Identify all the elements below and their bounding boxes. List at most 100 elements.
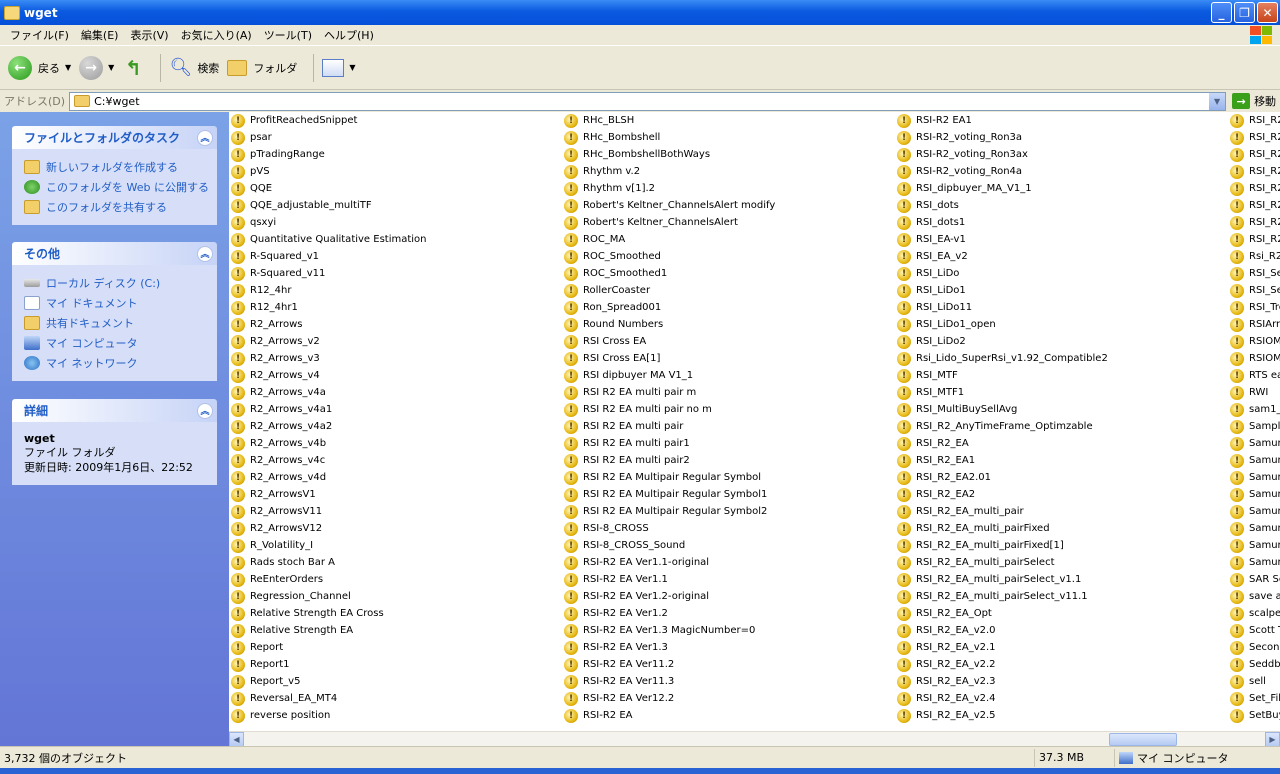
file-item[interactable]: ! RSI_R2 [1228, 163, 1280, 180]
file-item[interactable]: ! R_Volatility_I [229, 537, 427, 554]
file-item[interactable]: ! SetBuy [1228, 707, 1280, 724]
menu-view[interactable]: 表示(V) [124, 27, 174, 43]
file-item[interactable]: ! psar [229, 129, 427, 146]
file-item[interactable]: ! RSI R2 EA Multipair Regular Symbol [562, 469, 775, 486]
chevron-down-icon[interactable]: ▼ [65, 63, 71, 72]
file-item[interactable]: ! ReEnterOrders [229, 571, 427, 588]
file-item[interactable]: ! save all [1228, 588, 1280, 605]
menu-favorites[interactable]: お気に入り(A) [175, 27, 258, 43]
file-item[interactable]: ! Round Numbers [562, 316, 775, 333]
menu-tools[interactable]: ツール(T) [258, 27, 318, 43]
file-item[interactable]: ! RSI_R2_EA_Opt [895, 605, 1108, 622]
file-item[interactable]: ! RSI_R2_EA_v2.0 [895, 622, 1108, 639]
file-item[interactable]: ! RSI_EA_v2 [895, 248, 1108, 265]
back-button[interactable]: ← 戻る ▼ [8, 51, 71, 85]
publish-web-link[interactable]: このフォルダを Web に公開する [24, 177, 209, 197]
file-item[interactable]: ! sell [1228, 673, 1280, 690]
title-bar[interactable]: wget _ ❐ ✕ [0, 0, 1280, 25]
file-item[interactable]: ! RSI R2 EA multi pair2 [562, 452, 775, 469]
file-item[interactable]: ! R2_ArrowsV11 [229, 503, 427, 520]
file-item[interactable]: ! R2_Arrows_v4c [229, 452, 427, 469]
file-item[interactable]: ! pVS [229, 163, 427, 180]
file-list[interactable]: ! ProfitReachedSnippet! psar! pTradingRange… [229, 112, 1280, 731]
file-item[interactable]: ! RSI_dots [895, 197, 1108, 214]
file-item[interactable]: ! Samura [1228, 554, 1280, 571]
file-item[interactable]: ! RSI R2 EA multi pair m [562, 384, 775, 401]
file-item[interactable]: ! Samura [1228, 537, 1280, 554]
file-item[interactable]: ! RSI_R2_EA_multi_pair [895, 503, 1108, 520]
shared-documents-link[interactable]: 共有ドキュメント [24, 313, 207, 333]
file-item[interactable]: ! QQE_adjustable_multiTF [229, 197, 427, 214]
go-button[interactable]: → 移動 [1232, 93, 1276, 109]
file-item[interactable]: ! Rhythm v.2 [562, 163, 775, 180]
file-item[interactable]: ! Rhythm v[1].2 [562, 180, 775, 197]
file-item[interactable]: ! RSI_dots1 [895, 214, 1108, 231]
file-item[interactable]: ! RTS ea [1228, 367, 1280, 384]
file-item[interactable]: ! Report1 [229, 656, 427, 673]
file-item[interactable]: ! RSI_R2 [1228, 197, 1280, 214]
horizontal-scrollbar[interactable]: ◀ ▶ [229, 731, 1280, 747]
local-disk-link[interactable]: ローカル ディスク (C:) [24, 273, 207, 293]
scroll-thumb[interactable] [1109, 733, 1177, 746]
file-item[interactable]: ! ROC_Smoothed [562, 248, 775, 265]
file-item[interactable]: ! Robert's Keltner_ChannelsAlert [562, 214, 775, 231]
file-item[interactable]: ! RSI_dipbuyer_MA_V1_1 [895, 180, 1108, 197]
file-item[interactable]: ! RSI_LiDo11 [895, 299, 1108, 316]
file-item[interactable]: ! RSI R2 EA multi pair no m [562, 401, 775, 418]
file-item[interactable]: ! Samura [1228, 469, 1280, 486]
file-item[interactable]: ! sam1_Ir [1228, 401, 1280, 418]
file-item[interactable]: ! R2_Arrows_v4b [229, 435, 427, 452]
file-item[interactable]: ! RSI-R2_voting_Ron4a [895, 163, 1108, 180]
my-computer-link[interactable]: マイ コンピュータ [24, 333, 207, 353]
file-item[interactable]: ! SAR Se [1228, 571, 1280, 588]
file-item[interactable]: ! Quantitative Qualitative Estimation [229, 231, 427, 248]
my-documents-link[interactable]: マイ ドキュメント [24, 293, 207, 313]
file-item[interactable]: ! R2_Arrows_v3 [229, 350, 427, 367]
menu-help[interactable]: ヘルプ(H) [318, 27, 380, 43]
file-item[interactable]: ! R-Squared_v11 [229, 265, 427, 282]
file-item[interactable]: ! R2_Arrows_v2 [229, 333, 427, 350]
menu-edit[interactable]: 編集(E) [75, 27, 125, 43]
chevron-down-icon[interactable]: ▼ [1208, 92, 1226, 110]
file-item[interactable]: ! Samura [1228, 520, 1280, 537]
file-item[interactable]: ! pTradingRange [229, 146, 427, 163]
chevron-down-icon[interactable]: ▼ [108, 63, 114, 72]
share-folder-link[interactable]: このフォルダを共有する [24, 197, 207, 217]
file-item[interactable]: ! RSI R2 EA multi pair1 [562, 435, 775, 452]
file-item[interactable]: ! Second [1228, 639, 1280, 656]
file-item[interactable]: ! RSI-R2 EA Ver1.1 [562, 571, 775, 588]
file-item[interactable]: ! Relative Strength EA Cross [229, 605, 427, 622]
file-item[interactable]: ! RSI-R2 EA Ver1.1-original [562, 554, 775, 571]
file-item[interactable]: ! ROC_MA [562, 231, 775, 248]
file-item[interactable]: ! RSI-8_CROSS [562, 520, 775, 537]
views-button[interactable]: ▼ [322, 51, 355, 85]
file-item[interactable]: ! Robert's Keltner_ChannelsAlert modify [562, 197, 775, 214]
file-item[interactable]: ! RSI Cross EA [562, 333, 775, 350]
file-item[interactable]: ! R2_Arrows_v4a2 [229, 418, 427, 435]
search-button[interactable]: 🔍︎ 検索 [169, 51, 219, 85]
file-item[interactable]: ! RSI_R2_EA_multi_pairSelect [895, 554, 1108, 571]
file-item[interactable]: ! RSI_R2_EA_multi_pairSelect_v11.1 [895, 588, 1108, 605]
file-item[interactable]: ! Seddbo [1228, 656, 1280, 673]
file-item[interactable]: ! RSI R2 EA multi pair [562, 418, 775, 435]
file-item[interactable]: ! RSI_MultiBuySellAvg [895, 401, 1108, 418]
file-item[interactable]: ! Rsi_Lido_SuperRsi_v1.92_Compatible2 [895, 350, 1108, 367]
file-item[interactable]: ! RSI_R2 [1228, 214, 1280, 231]
tasks-panel-header[interactable]: ファイルとフォルダのタスク ︽ [12, 126, 217, 149]
file-item[interactable]: ! RSI_Se [1228, 265, 1280, 282]
file-item[interactable]: ! RSI-R2 EA Ver1.2-original [562, 588, 775, 605]
file-item[interactable]: ! reverse position [229, 707, 427, 724]
file-item[interactable]: ! Regression_Channel [229, 588, 427, 605]
menu-file[interactable]: ファイル(F) [4, 27, 75, 43]
file-item[interactable]: ! RSI_R2_EA_multi_pairFixed[1] [895, 537, 1108, 554]
file-item[interactable]: ! RSI-8_CROSS_Sound [562, 537, 775, 554]
file-item[interactable]: ! R2_ArrowsV12 [229, 520, 427, 537]
file-item[interactable]: ! Ron_Spread001 [562, 299, 775, 316]
file-item[interactable]: ! Rsi_R2_ [1228, 248, 1280, 265]
file-item[interactable]: ! Scott T [1228, 622, 1280, 639]
file-item[interactable]: ! Samura [1228, 503, 1280, 520]
file-item[interactable]: ! RSI-R2 EA Ver1.3 MagicNumber=0 [562, 622, 775, 639]
file-item[interactable]: ! RSI Cross EA[1] [562, 350, 775, 367]
file-item[interactable]: ! RSI_R2 [1228, 129, 1280, 146]
file-item[interactable]: ! scalpe> [1228, 605, 1280, 622]
